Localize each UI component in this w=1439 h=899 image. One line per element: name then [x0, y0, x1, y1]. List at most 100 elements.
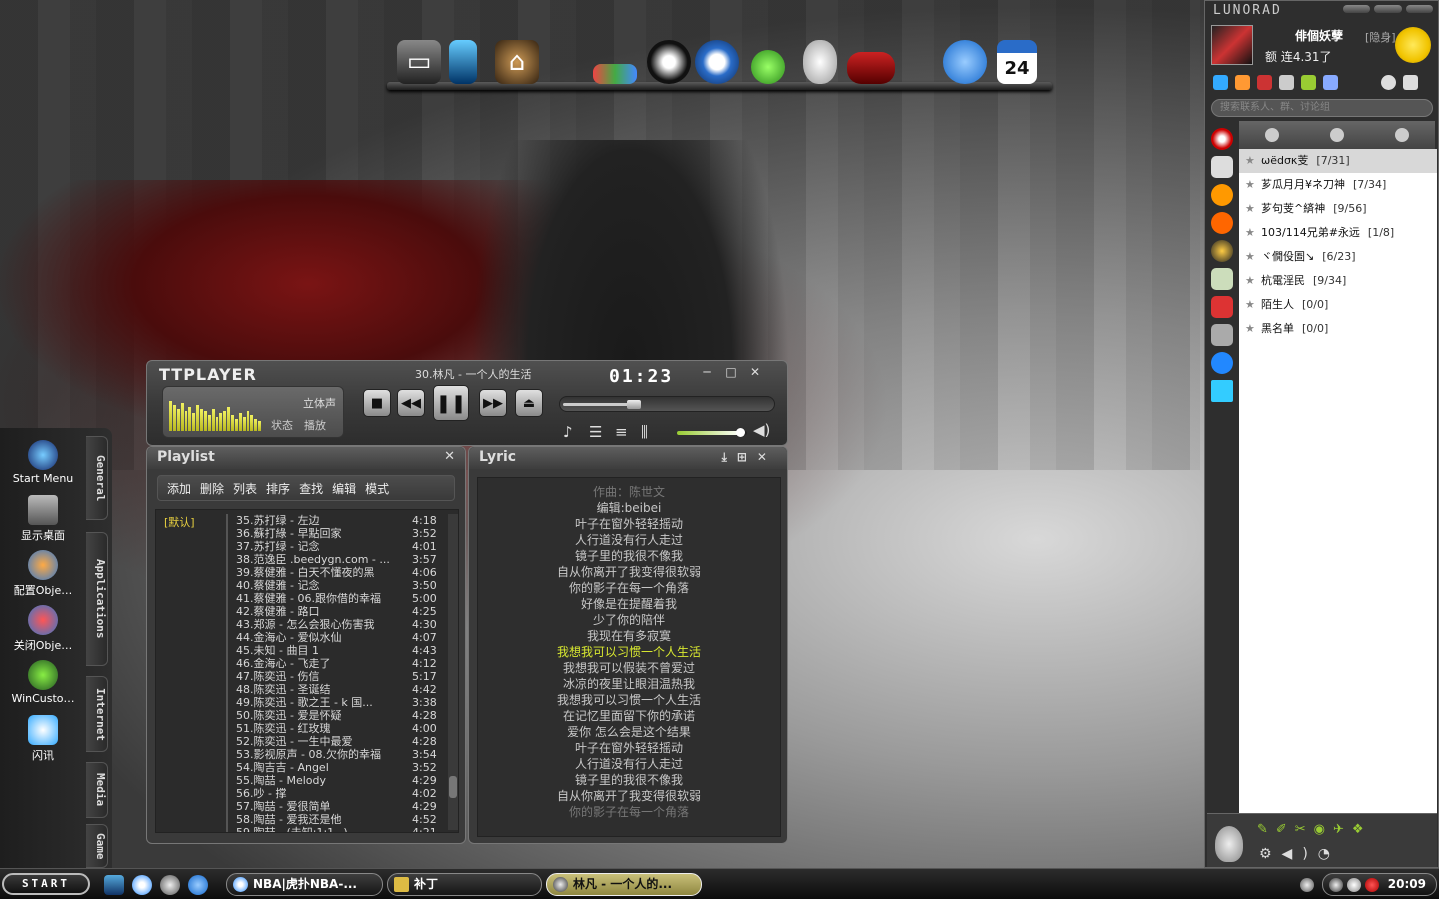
playlist-row[interactable]: 40.蔡健雅 - 记念 3:50 — [228, 579, 440, 592]
maximize-icon[interactable] — [1374, 5, 1402, 13]
left-dock-item-show-desktop[interactable]: 显示桌面 — [0, 495, 86, 548]
bars-icon[interactable]: ⫼ — [641, 423, 648, 441]
close-icon[interactable]: ✕ — [747, 365, 763, 379]
plus-icon[interactable] — [1211, 380, 1233, 402]
pause-button[interactable]: ❚❚ — [433, 385, 469, 421]
mail-icon[interactable] — [1235, 75, 1250, 90]
chat-icon[interactable] — [1381, 75, 1396, 90]
seek-bar[interactable] — [559, 396, 775, 412]
ie-icon[interactable] — [188, 875, 208, 895]
qq-penguin-icon[interactable] — [1211, 128, 1233, 150]
playlist-row[interactable]: 48.陈奕迅 - 圣诞结 4:42 — [228, 683, 440, 696]
mode-button[interactable]: 模式 — [362, 480, 392, 497]
playlist-row[interactable]: 55.陶喆 - Melody 4:29 — [228, 774, 440, 787]
playlist-row[interactable]: 47.陈奕迅 - 伤信 5:17 — [228, 670, 440, 683]
stop-button[interactable]: ■ — [363, 389, 391, 417]
note-icon[interactable] — [1211, 268, 1233, 290]
skull-icon[interactable] — [803, 40, 837, 84]
recycle-bin-icon[interactable] — [449, 40, 477, 84]
contact-group[interactable]: ★ 103/114兄弟#永远 [1/8] — [1239, 221, 1437, 245]
contact-group[interactable]: ★ 杭電淫民 [9/34] — [1239, 269, 1437, 293]
playlist-row[interactable]: 50.陈奕迅 - 爱是怀疑 4:28 — [228, 709, 440, 722]
contact-group[interactable]: ★ 黑名单 [0/0] — [1239, 317, 1437, 341]
start-button[interactable]: START — [2, 873, 90, 895]
orange-icon[interactable] — [1211, 212, 1233, 234]
playlist-row[interactable]: 46.金海心 - 飞走了 4:12 — [228, 657, 440, 670]
equalizer-icon[interactable]: ☰ — [589, 423, 602, 441]
tab-applications[interactable]: Applications — [86, 532, 108, 666]
playlist-row[interactable]: 58.陶喆 - 爱我还是他 4:52 — [228, 813, 440, 826]
contact-group[interactable]: ★ ヾ僩伇圄↘ [6/23] — [1239, 245, 1437, 269]
speaker-icon[interactable]: ◀) — [753, 421, 770, 439]
playlist-row[interactable]: 45.未知 - 曲目 1 4:43 — [228, 644, 440, 657]
add-button[interactable]: 添加 — [164, 480, 194, 497]
volume-knob[interactable] — [736, 428, 745, 437]
eject-button[interactable]: ⏏ — [515, 389, 543, 417]
playlist-row[interactable]: 57.陶喆 - 爱很简单 4:29 — [228, 800, 440, 813]
castle-icon[interactable]: ⌂ — [495, 40, 539, 84]
playlist-row[interactable]: 59.陶喆 - (未知:1:1~) 4:21 — [228, 826, 440, 832]
qq-bottom-icons[interactable]: ✎✐✂◉✈❖ — [1257, 822, 1372, 837]
find-button[interactable]: 查找 — [296, 480, 326, 497]
playlist-icon[interactable]: ≡ — [615, 423, 628, 441]
playlist-row[interactable]: 53.影视原声 - 08.欠你的幸福 3:54 — [228, 748, 440, 761]
space-icon[interactable] — [1279, 75, 1294, 90]
playlist-row[interactable]: 41.蔡健雅 - 06.跟你借的幸福 5:00 — [228, 592, 440, 605]
edit-button[interactable]: 编辑 — [329, 480, 359, 497]
ie-icon[interactable] — [943, 40, 987, 84]
contact-group[interactable]: ★ 陌生人 [0/0] — [1239, 293, 1437, 317]
playlist-row[interactable]: 51.陈奕迅 - 红玫瑰 4:00 — [228, 722, 440, 735]
guitar-icon[interactable] — [1257, 75, 1272, 90]
left-dock-item-config-objectdock[interactable]: 配置Obje… — [0, 550, 86, 603]
left-dock-item-close-objectdock[interactable]: 关闭Obje… — [0, 605, 86, 658]
tab-internet[interactable]: Internet — [86, 676, 108, 752]
scrollbar-thumb[interactable] — [449, 776, 457, 798]
tab-groups[interactable] — [1329, 128, 1344, 142]
prev-button[interactable]: ◀◀ — [397, 389, 425, 417]
seek-knob[interactable] — [627, 400, 641, 409]
tab-general[interactable]: General — [86, 436, 108, 520]
msn-icon[interactable] — [1211, 352, 1233, 374]
sort-button[interactable]: 排序 — [263, 480, 293, 497]
maxthon-icon[interactable] — [132, 875, 152, 895]
gamepad-icon[interactable] — [847, 52, 895, 84]
weather-sun-icon[interactable] — [1395, 27, 1431, 63]
tab-media[interactable]: Media — [86, 762, 108, 818]
shop-icon[interactable] — [1323, 75, 1338, 90]
taskbar-item-browser[interactable]: NBA|虎扑NBA-... — [226, 873, 383, 896]
fish-icon[interactable] — [593, 64, 637, 84]
playlist-row[interactable]: 38.范逸臣 .beedygn.com - ... 3:57 — [228, 553, 440, 566]
left-dock-item-start-menu[interactable]: Start Menu — [0, 440, 86, 493]
maxthon-icon[interactable] — [695, 40, 739, 84]
contact-group[interactable]: ★ ωёdσκ芰 [7/31] — [1239, 149, 1437, 173]
ttplayer-tray-icon[interactable] — [1329, 878, 1343, 892]
maximize-icon[interactable]: □ — [723, 365, 739, 379]
playlist-row[interactable]: 44.金海心 - 爱似水仙 4:07 — [228, 631, 440, 644]
ball-icon[interactable] — [1211, 240, 1233, 262]
playlist-row[interactable]: 54.陶吉吉 - Angel 3:52 — [228, 761, 440, 774]
qq-penguin-icon[interactable] — [647, 40, 691, 84]
qq-search-input[interactable]: 搜索联系人、群、讨论组 — [1211, 99, 1433, 117]
qq-signature[interactable]: 额 连4.31了 — [1265, 48, 1332, 65]
avatar[interactable] — [1211, 25, 1253, 65]
playlist-row[interactable]: 37.苏打绿 - 记念 4:01 — [228, 540, 440, 553]
left-dock-item-wincustomize[interactable]: WinCusto… — [0, 660, 86, 713]
next-button[interactable]: ▶▶ — [479, 389, 507, 417]
game-icon[interactable] — [1211, 184, 1233, 206]
delete-button[interactable]: 删除 — [197, 480, 227, 497]
settings-icon[interactable] — [1403, 75, 1418, 90]
minimize-icon[interactable] — [1343, 5, 1371, 13]
disk-icon[interactable] — [1211, 156, 1233, 178]
main-menu-icon[interactable] — [1215, 826, 1243, 862]
volume-slider[interactable] — [677, 428, 747, 437]
antivirus-icon[interactable] — [1365, 878, 1379, 892]
qq-status[interactable]: [隐身] — [1365, 29, 1396, 45]
tab-recent[interactable] — [1395, 128, 1410, 142]
qq-bottom-icons-2[interactable]: ⚙◀)◔ — [1259, 846, 1340, 862]
qq-tray-icon[interactable] — [1347, 878, 1361, 892]
playlist-row[interactable]: 43.郑源 - 怎么会狠心伤害我 4:30 — [228, 618, 440, 631]
pet-icon[interactable] — [1301, 75, 1316, 90]
lyric-window-icons[interactable]: ⤓⊞✕ — [722, 450, 777, 465]
music-note-icon[interactable]: ♪ — [563, 423, 573, 441]
playlist-row[interactable]: 35.苏打绿 - 左边 4:18 — [228, 514, 440, 527]
